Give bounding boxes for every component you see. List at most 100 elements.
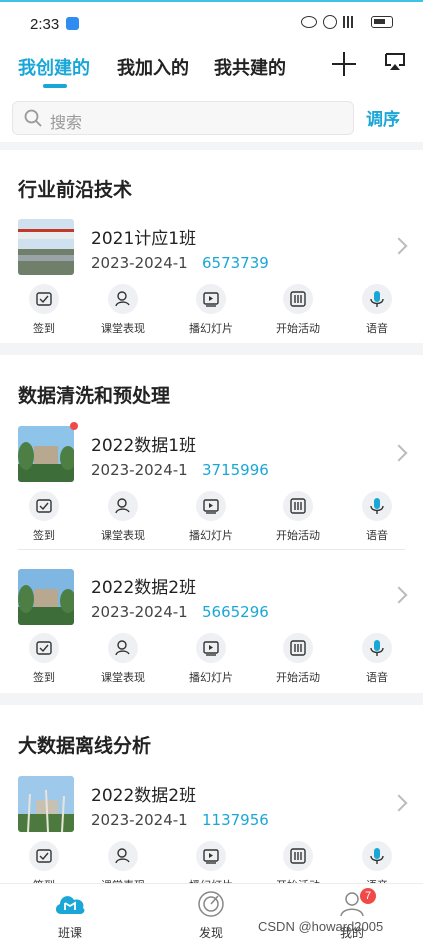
class-name: 2022数据1班 xyxy=(91,436,197,456)
slides-icon xyxy=(203,641,219,656)
class-name: 2022数据2班 xyxy=(91,578,197,598)
nav-classes[interactable]: 班课 xyxy=(40,890,100,941)
chevron-right-icon[interactable] xyxy=(390,237,408,255)
voice-button[interactable]: 语音 xyxy=(342,491,412,543)
class-card[interactable]: 2022数据2班 2023-2024-1 1137956 签到 课堂表现 播幻灯… xyxy=(0,771,423,892)
action-label: 语音 xyxy=(366,529,388,542)
active-tab-indicator xyxy=(43,84,67,88)
action-label: 播幻灯片 xyxy=(189,529,233,542)
class-performance-button[interactable]: 课堂表现 xyxy=(88,491,158,543)
nav-discover[interactable]: 发现 xyxy=(181,890,241,941)
divider xyxy=(18,549,405,550)
app-notification-icon xyxy=(66,17,79,30)
action-label: 语音 xyxy=(366,322,388,335)
watermark: CSDN @howard2005 xyxy=(258,919,384,934)
class-code: 6573739 xyxy=(202,254,269,272)
section-course-group: 大数据离线分析 2022数据2班 2023-2024-1 1137956 签到 … xyxy=(0,705,423,892)
section-course-group: 数据清洗和预处理 2022数据1班 2023-2024-1 3715996 签到… xyxy=(0,355,423,693)
class-code: 1137956 xyxy=(202,811,269,829)
chevron-right-icon[interactable] xyxy=(390,444,408,462)
start-activity-button[interactable]: 开始活动 xyxy=(263,284,333,336)
action-label: 课堂表现 xyxy=(101,671,145,684)
action-label: 开始活动 xyxy=(276,671,320,684)
class-performance-button[interactable]: 课堂表现 xyxy=(88,284,158,336)
performance-icon xyxy=(115,848,130,864)
sort-button[interactable]: 调序 xyxy=(366,105,400,130)
header: 我创建的 我加入的 我共建的 搜索 调序 xyxy=(0,42,423,142)
performance-icon xyxy=(115,498,130,514)
class-thumbnail xyxy=(18,219,74,275)
class-term: 2023-2024-1 xyxy=(91,461,188,479)
microphone-icon xyxy=(370,498,384,514)
class-actions: 签到 课堂表现 播幻灯片 开始活动 语音 xyxy=(0,491,423,551)
class-actions: 签到 课堂表现 播幻灯片 开始活动 语音 xyxy=(0,633,423,693)
microphone-icon xyxy=(370,291,384,307)
voice-button[interactable]: 语音 xyxy=(342,284,412,336)
status-icons xyxy=(301,15,393,29)
section-title: 数据清洗和预处理 xyxy=(18,385,171,407)
activity-icon xyxy=(290,498,306,514)
action-label: 开始活动 xyxy=(276,529,320,542)
checkin-icon xyxy=(36,499,52,513)
class-term: 2023-2024-1 xyxy=(91,254,188,272)
checkin-icon xyxy=(36,849,52,863)
class-performance-button[interactable]: 课堂表现 xyxy=(88,633,158,685)
checkin-icon xyxy=(36,292,52,306)
activity-icon xyxy=(290,291,306,307)
action-label: 播幻灯片 xyxy=(189,322,233,335)
action-label: 签到 xyxy=(33,322,55,335)
search-placeholder: 搜索 xyxy=(50,113,83,132)
search-input[interactable]: 搜索 xyxy=(12,101,354,135)
class-term: 2023-2024-1 xyxy=(91,603,188,621)
cloud-class-icon xyxy=(55,896,85,914)
slides-icon xyxy=(203,499,219,514)
search-icon xyxy=(24,109,42,127)
start-activity-button[interactable]: 开始活动 xyxy=(263,491,333,543)
class-name: 2021计应1班 xyxy=(91,229,197,249)
chevron-right-icon[interactable] xyxy=(390,794,408,812)
microphone-icon xyxy=(370,848,384,864)
start-activity-button[interactable]: 开始活动 xyxy=(263,633,333,685)
activity-icon xyxy=(290,848,306,864)
status-bar: 2:33 xyxy=(0,2,423,42)
tab-joined[interactable]: 我加入的 xyxy=(117,54,189,80)
checkin-button[interactable]: 签到 xyxy=(9,491,79,543)
class-card[interactable]: 2022数据2班 2023-2024-1 5665296 签到 课堂表现 播幻灯… xyxy=(0,565,423,693)
add-icon[interactable] xyxy=(332,52,356,76)
performance-icon xyxy=(115,640,130,656)
notification-badge: 7 xyxy=(360,888,376,904)
action-label: 课堂表现 xyxy=(101,322,145,335)
signal-icon xyxy=(343,16,365,28)
screen-cast-icon[interactable] xyxy=(384,53,406,71)
play-slides-button[interactable]: 播幻灯片 xyxy=(176,633,246,685)
class-thumbnail xyxy=(18,426,74,482)
class-name: 2022数据2班 xyxy=(91,786,197,806)
chevron-right-icon[interactable] xyxy=(390,586,408,604)
checkin-button[interactable]: 签到 xyxy=(9,633,79,685)
alarm-icon xyxy=(323,15,337,29)
class-card[interactable]: 2021计应1班 2023-2024-1 6573739 签到 课堂表现 播幻灯… xyxy=(0,214,423,343)
checkin-icon xyxy=(36,641,52,655)
tab-created[interactable]: 我创建的 xyxy=(18,54,90,80)
activity-icon xyxy=(290,640,306,656)
play-slides-button[interactable]: 播幻灯片 xyxy=(176,284,246,336)
action-label: 开始活动 xyxy=(276,322,320,335)
eye-icon xyxy=(301,16,317,28)
play-slides-button[interactable]: 播幻灯片 xyxy=(176,491,246,543)
microphone-icon xyxy=(370,640,384,656)
performance-icon xyxy=(115,291,130,307)
tab-co-built[interactable]: 我共建的 xyxy=(214,54,286,80)
status-time: 2:33 xyxy=(30,16,60,33)
section-course-group: 行业前沿技术 2021计应1班 2023-2024-1 6573739 签到 课… xyxy=(0,150,423,343)
section-title: 行业前沿技术 xyxy=(18,179,133,201)
voice-button[interactable]: 语音 xyxy=(342,633,412,685)
bottom-nav: 班课 发现 我的 7 xyxy=(0,883,423,943)
class-card[interactable]: 2022数据1班 2023-2024-1 3715996 签到 课堂表现 播幻灯… xyxy=(0,421,423,549)
checkin-button[interactable]: 签到 xyxy=(9,284,79,336)
battery-icon xyxy=(371,16,393,28)
nav-label: 班课 xyxy=(57,926,82,940)
action-label: 播幻灯片 xyxy=(189,671,233,684)
slides-icon xyxy=(203,849,219,864)
action-label: 语音 xyxy=(366,671,388,684)
action-label: 课堂表现 xyxy=(101,529,145,542)
